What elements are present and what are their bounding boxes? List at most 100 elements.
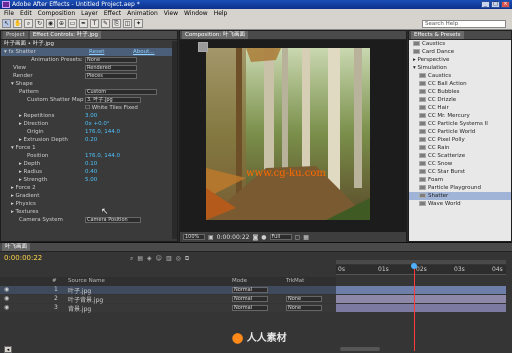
resolution-dropdown[interactable]: Full — [269, 234, 292, 240]
tab-project[interactable]: Project — [3, 31, 28, 39]
puppet-tool-icon[interactable]: ✦ — [134, 19, 143, 28]
fx-item[interactable]: CC Particle Systems II — [409, 120, 511, 128]
eraser-tool-icon[interactable]: ◫ — [123, 19, 132, 28]
layer-duration-bar[interactable] — [336, 286, 506, 294]
region-icon[interactable]: ▢ — [295, 234, 301, 241]
camera-tool-icon[interactable]: ◉ — [46, 19, 55, 28]
fx-item[interactable]: CC Snow — [409, 160, 511, 168]
pan-behind-tool-icon[interactable]: ⊕ — [57, 19, 66, 28]
composition-viewer[interactable]: www.cg-ku.com — [180, 40, 406, 232]
tab-composition[interactable]: Composition: 叶飞画面 — [182, 31, 248, 39]
param-gradient-group[interactable]: ▸ Gradient — [1, 192, 177, 200]
depth-value[interactable]: 0.10 — [85, 160, 97, 168]
fx-item[interactable]: CC Mr. Mercury — [409, 112, 511, 120]
repetitions-value[interactable]: 3.00 — [85, 112, 97, 120]
position-value[interactable]: 176.0, 144.0 — [85, 152, 120, 160]
work-area-bar[interactable] — [336, 260, 506, 264]
comp-timecode[interactable]: 0:00:00:22 — [217, 234, 250, 241]
playhead[interactable] — [414, 265, 416, 351]
layer-row[interactable]: ◉ 3 背景.jpg Normal None — [0, 304, 336, 313]
fx-item[interactable]: CC Ball Action — [409, 80, 511, 88]
tab-effects-presets[interactable]: Effects & Presets — [411, 31, 464, 39]
fx-item[interactable]: CC Particle World — [409, 128, 511, 136]
layer-trkmat-dropdown[interactable]: None — [286, 305, 322, 311]
maximize-button[interactable]: □ — [491, 1, 500, 8]
camera-system-dropdown[interactable]: Camera Position — [85, 217, 141, 223]
view-dropdown[interactable]: Rendered — [85, 65, 137, 71]
layer-name[interactable]: 叶子背景.jpg — [68, 295, 103, 304]
param-force2-group[interactable]: ▸ Force 2 — [1, 184, 177, 192]
white-tiles-checkbox[interactable]: ☐ — [85, 105, 92, 111]
animation-presets-dropdown[interactable]: None — [85, 57, 137, 63]
menu-file[interactable]: File — [4, 9, 14, 18]
close-button[interactable]: × — [501, 1, 510, 8]
timeline-zoom-slider[interactable] — [340, 347, 380, 351]
fx-item[interactable]: Card Dance — [409, 48, 511, 56]
expand-collapse-button[interactable]: ◂ — [4, 346, 12, 353]
effect-shatter-row[interactable]: ▾ fx Shatter Reset About... — [1, 48, 177, 56]
fx-item[interactable]: Caustics — [409, 40, 511, 48]
fx-item[interactable]: CC Drizzle — [409, 96, 511, 104]
visibility-eye-icon[interactable]: ◉ — [4, 286, 9, 293]
menu-window[interactable]: Window — [184, 9, 208, 18]
about-link[interactable]: About... — [133, 48, 155, 56]
comp-mini-flowchart-icon[interactable]: ▤ — [137, 255, 143, 263]
fx-category-simulation[interactable]: ▾ Simulation — [409, 64, 511, 72]
snapshot-icon[interactable]: ◙ — [252, 234, 258, 241]
render-dropdown[interactable]: Pieces — [85, 73, 137, 79]
selection-tool-icon[interactable]: ↖ — [2, 19, 11, 28]
param-physics-group[interactable]: ▸ Physics — [1, 200, 177, 208]
fx-item[interactable]: CC Star Burst — [409, 168, 511, 176]
layer-mode-dropdown[interactable]: Normal — [232, 287, 268, 293]
fx-item[interactable]: CC Hair — [409, 104, 511, 112]
fx-item[interactable]: Wave World — [409, 200, 511, 208]
layer-row[interactable]: ◉ 2 叶子背景.jpg Normal None — [0, 295, 336, 304]
fx-item[interactable]: CC Bubbles — [409, 88, 511, 96]
transparency-grid-icon[interactable]: ▦ — [303, 234, 309, 241]
effect-controls-scrollbar[interactable] — [172, 41, 177, 239]
tab-effect-controls[interactable]: Effect Controls: 叶子.jpg — [29, 31, 102, 39]
layer-trkmat-dropdown[interactable]: None — [286, 296, 322, 302]
motion-blur-icon[interactable]: ◎ — [176, 255, 181, 263]
menu-layer[interactable]: Layer — [81, 9, 98, 18]
menu-composition[interactable]: Composition — [38, 9, 75, 18]
layer-duration-bar[interactable] — [336, 295, 506, 303]
fx-item[interactable]: Caustics — [409, 72, 511, 80]
origin-value[interactable]: 176.0, 144.0 — [85, 128, 120, 136]
layer-mode-dropdown[interactable]: Normal — [232, 305, 268, 311]
zoom-dropdown[interactable]: 100% — [183, 234, 205, 240]
layer-name[interactable]: 背景.jpg — [68, 304, 91, 313]
menu-view[interactable]: View — [164, 9, 178, 18]
time-ruler[interactable]: 0s 01s 02s 03s 04s — [336, 265, 506, 275]
tab-timeline-comp[interactable]: 叶飞画面 — [2, 243, 31, 251]
shy-icon[interactable]: ☺ — [156, 255, 162, 263]
hand-tool-icon[interactable]: ✋ — [13, 19, 22, 28]
reset-link[interactable]: Reset — [89, 48, 104, 56]
menu-help[interactable]: Help — [214, 9, 228, 18]
radius-value[interactable]: 0.40 — [85, 168, 97, 176]
fx-item[interactable]: CC Rain — [409, 144, 511, 152]
search-icon[interactable]: ⌕ — [130, 255, 133, 263]
visibility-eye-icon[interactable]: ◉ — [4, 304, 9, 311]
brush-tool-icon[interactable]: ✎ — [101, 19, 110, 28]
menu-effect[interactable]: Effect — [104, 9, 121, 18]
layer-name[interactable]: 叶子.jpg — [68, 286, 91, 295]
fx-item[interactable]: CC Scatterize — [409, 152, 511, 160]
graph-editor-icon[interactable]: ⧉ — [185, 255, 189, 263]
pattern-dropdown[interactable]: Custom — [85, 89, 157, 95]
timeline-timecode[interactable]: 0:00:00:22 — [4, 254, 42, 262]
fx-item[interactable]: Foam — [409, 176, 511, 184]
minimize-button[interactable]: _ — [481, 1, 490, 8]
direction-value[interactable]: 0x +0.0° — [85, 120, 110, 128]
fx-item[interactable]: CC Pixel Polly — [409, 136, 511, 144]
layer-mode-dropdown[interactable]: Normal — [232, 296, 268, 302]
text-tool-icon[interactable]: T — [90, 19, 99, 28]
visibility-eye-icon[interactable]: ◉ — [4, 295, 9, 302]
param-textures-group[interactable]: ▸ Textures — [1, 208, 177, 216]
custom-shatter-map-dropdown[interactable]: 3. 叶子.jpg — [85, 97, 141, 103]
mask-tool-icon[interactable]: ▭ — [68, 19, 77, 28]
fx-item[interactable]: Particle Playground — [409, 184, 511, 192]
clone-tool-icon[interactable]: ⎘ — [112, 19, 121, 28]
layer-duration-bar[interactable] — [336, 304, 506, 312]
rotate-tool-icon[interactable]: ↻ — [35, 19, 44, 28]
